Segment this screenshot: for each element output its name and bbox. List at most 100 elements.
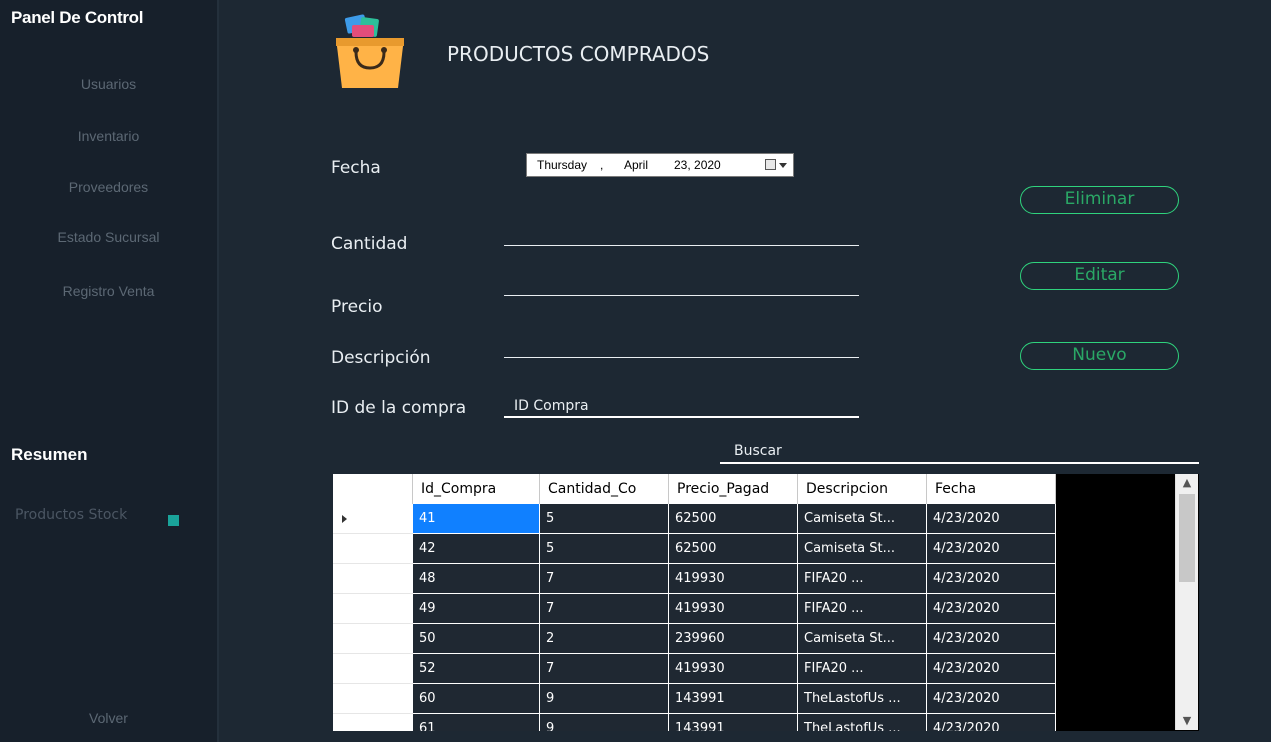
vertical-scrollbar[interactable]: ▲ ▼ [1175,474,1198,730]
sidebar-item-inventario[interactable]: Inventario [0,128,217,144]
search-input[interactable] [720,440,1199,464]
row-header[interactable] [333,503,413,534]
table-cell[interactable]: 62500 [668,503,798,534]
date-picker[interactable]: Thursday , April 23, 2020 [526,153,794,177]
date-day-year: 23, 2020 [674,158,721,172]
grid-corner-cell[interactable] [333,474,413,504]
table-cell[interactable]: 9 [539,713,669,731]
column-header-id-compra[interactable]: Id_Compra [412,474,540,504]
fecha-label: Fecha [331,158,381,178]
table-row[interactable]: 50 2 239960 Camiseta St... 4/23/2020 [333,623,1056,654]
table-cell[interactable]: FIFA20 ... [797,563,927,594]
productos-stock-link[interactable]: Productos Stock [15,507,127,523]
table-cell[interactable]: 419930 [668,593,798,624]
table-cell[interactable]: FIFA20 ... [797,653,927,684]
table-cell[interactable]: 4/23/2020 [926,623,1056,654]
table-cell[interactable]: 4/23/2020 [926,563,1056,594]
row-header[interactable] [333,713,413,731]
table-row[interactable]: 48 7 419930 FIFA20 ... 4/23/2020 [333,563,1056,594]
table-row[interactable]: 52 7 419930 FIFA20 ... 4/23/2020 [333,653,1056,684]
column-header-cantidad[interactable]: Cantidad_Co [539,474,669,504]
stock-indicator-icon [168,515,179,526]
scroll-up-icon[interactable]: ▲ [1176,474,1198,492]
calendar-icon[interactable] [765,159,776,170]
eliminar-button[interactable]: Eliminar [1020,186,1179,214]
date-weekday: Thursday [537,158,588,172]
nuevo-button[interactable]: Nuevo [1020,342,1179,370]
id-compra-label: ID de la compra [331,398,467,418]
volver-button[interactable]: Volver [0,710,217,726]
row-header[interactable] [333,653,413,684]
sidebar: Panel De Control Usuarios Inventario Pro… [0,0,217,742]
current-row-arrow-icon [342,514,347,523]
table-cell[interactable]: 48 [412,563,540,594]
table-row[interactable]: 41 5 62500 Camiseta St... 4/23/2020 [333,503,1056,534]
id-compra-input[interactable] [504,395,859,418]
table-cell[interactable]: 5 [539,533,669,564]
scroll-down-icon[interactable]: ▼ [1176,712,1198,730]
sidebar-item-estado-sucursal[interactable]: Estado Sucursal [0,229,217,245]
column-header-descripcion[interactable]: Descripcion [797,474,927,504]
table-cell[interactable]: TheLastofUs ... [797,713,927,731]
table-cell[interactable]: Camiseta St... [797,623,927,654]
purchases-grid[interactable]: Id_Compra Cantidad_Co Precio_Pagad Descr… [333,474,1199,731]
table-cell[interactable]: 50 [412,623,540,654]
table-cell[interactable]: 4/23/2020 [926,533,1056,564]
table-cell[interactable]: 4/23/2020 [926,503,1056,534]
purchases-table: Id_Compra Cantidad_Co Precio_Pagad Descr… [333,474,1056,731]
table-cell[interactable]: 7 [539,593,669,624]
scrollbar-thumb[interactable] [1179,494,1195,582]
table-row[interactable]: 42 5 62500 Camiseta St... 4/23/2020 [333,533,1056,564]
table-cell[interactable]: 42 [412,533,540,564]
row-header[interactable] [333,563,413,594]
descripcion-input[interactable] [504,336,859,358]
date-separator: , [600,158,604,172]
row-header[interactable] [333,533,413,564]
table-cell[interactable]: 49 [412,593,540,624]
chevron-down-icon[interactable] [779,163,787,168]
table-cell[interactable]: 5 [539,503,669,534]
cantidad-input[interactable] [504,224,859,246]
table-cell[interactable]: 4/23/2020 [926,713,1056,731]
table-cell[interactable]: 41 [412,503,540,534]
table-cell[interactable]: 62500 [668,533,798,564]
cantidad-label: Cantidad [331,234,408,254]
column-header-precio[interactable]: Precio_Pagad [668,474,798,504]
resumen-title: Resumen [11,445,88,464]
table-cell[interactable]: 60 [412,683,540,714]
column-header-fecha[interactable]: Fecha [926,474,1056,504]
table-cell[interactable]: 239960 [668,623,798,654]
sidebar-item-registro-venta[interactable]: Registro Venta [0,283,217,299]
table-row[interactable]: 49 7 419930 FIFA20 ... 4/23/2020 [333,593,1056,624]
table-cell[interactable]: 7 [539,563,669,594]
table-cell[interactable]: TheLastofUs ... [797,683,927,714]
precio-input[interactable] [504,274,859,296]
table-cell[interactable]: 143991 [668,683,798,714]
table-cell[interactable]: 61 [412,713,540,731]
table-row[interactable]: 61 9 143991 TheLastofUs ... 4/23/2020 [333,713,1056,731]
table-cell[interactable]: 4/23/2020 [926,653,1056,684]
table-cell[interactable]: 2 [539,623,669,654]
table-cell[interactable]: 143991 [668,713,798,731]
table-row[interactable]: 60 9 143991 TheLastofUs ... 4/23/2020 [333,683,1056,714]
row-header[interactable] [333,683,413,714]
shopping-bag-icon [336,14,404,88]
panel-title: Panel De Control [11,8,144,27]
descripcion-label: Descripción [331,348,431,368]
table-cell[interactable]: FIFA20 ... [797,593,927,624]
table-cell[interactable]: 4/23/2020 [926,683,1056,714]
precio-label: Precio [331,297,383,317]
row-header[interactable] [333,593,413,624]
table-cell[interactable]: 7 [539,653,669,684]
row-header[interactable] [333,623,413,654]
sidebar-item-proveedores[interactable]: Proveedores [0,179,217,195]
table-cell[interactable]: 419930 [668,563,798,594]
table-cell[interactable]: 52 [412,653,540,684]
editar-button[interactable]: Editar [1020,262,1179,290]
table-cell[interactable]: Camiseta St... [797,533,927,564]
sidebar-item-usuarios[interactable]: Usuarios [0,76,217,92]
table-cell[interactable]: Camiseta St... [797,503,927,534]
table-cell[interactable]: 9 [539,683,669,714]
table-cell[interactable]: 419930 [668,653,798,684]
table-cell[interactable]: 4/23/2020 [926,593,1056,624]
